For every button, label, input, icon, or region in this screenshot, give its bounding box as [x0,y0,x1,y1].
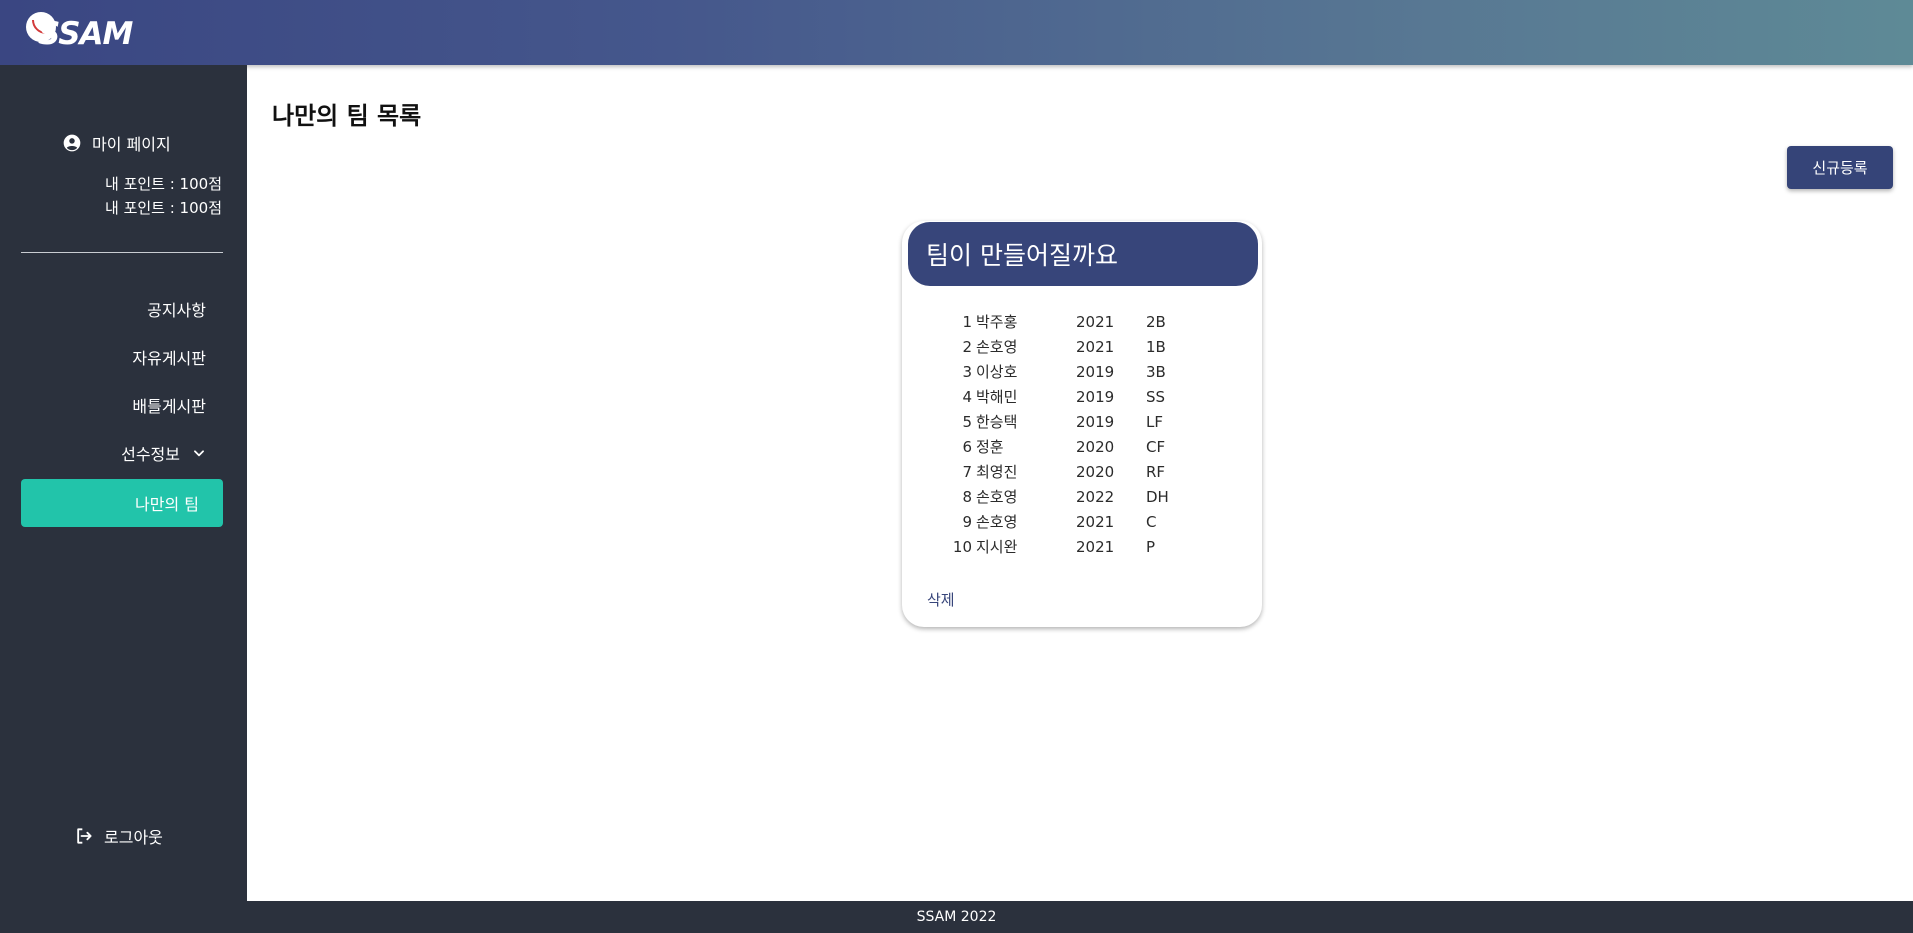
player-name: 정훈 [976,438,1004,456]
player-name: 최영진 [976,463,1018,481]
my-points: 내 포인트 : 100점 [105,199,222,217]
player-number: 4 [962,387,972,406]
logout-icon [77,828,92,844]
player-position: 3B [1146,362,1166,381]
player-year: 2022 [1076,487,1115,506]
player-number: 7 [962,462,972,481]
footer-text: SSAM 2022 [916,909,997,925]
player-row: 7 최영진 2020 RF [932,459,1212,484]
sidebar-item-my-team[interactable]: 나만의 팀 [21,479,223,527]
player-position: LF [1146,412,1163,431]
sidebar-item-label: 공지사항 [147,301,206,320]
sidebar-item-free-board[interactable]: 자유게시판 [21,333,223,381]
team-card[interactable]: 팀이 만들어질까요 1 박주홍 2021 2B 2 손호영 2021 1B 3 … [902,221,1262,627]
chevron-down-icon [194,450,204,457]
player-row: 2 손호영 2021 1B [932,334,1212,359]
player-year: 2020 [1076,437,1115,456]
player-number: 6 [962,437,972,456]
logo-text: SSAM [38,16,133,52]
sidebar-item-label: 나만의 팀 [135,495,199,514]
logo[interactable]: SSAM [26,10,136,56]
player-year: 2019 [1076,387,1115,406]
player-row: 10 지시완 2021 P [932,534,1212,559]
player-number: 3 [962,362,972,381]
player-position: 1B [1146,337,1166,356]
player-number: 10 [952,537,972,556]
player-name: 한승택 [976,413,1018,431]
player-list: 1 박주홍 2021 2B 2 손호영 2021 1B 3 이상호 2019 3… [932,309,1212,559]
player-row: 9 손호영 2021 C [932,509,1212,534]
player-year: 2019 [1076,362,1115,381]
player-number: 1 [962,312,972,331]
player-year: 2019 [1076,412,1115,431]
mypage-link[interactable]: 마이 페이지 [62,131,171,155]
player-position: CF [1146,437,1166,456]
player-name: 이상호 [976,363,1018,381]
player-row: 1 박주홍 2021 2B [932,309,1212,334]
team-card-title: 팀이 만들어질까요 [908,222,1258,286]
player-name: 박해민 [976,388,1018,406]
player-name: 손호영 [976,513,1018,531]
player-year: 2021 [1076,512,1115,531]
sidebar-item-label: 선수정보 [121,445,180,464]
mypage-label: 마이 페이지 [92,135,171,154]
player-year: 2021 [1076,537,1115,556]
player-position: P [1146,537,1156,556]
player-row: 6 정훈 2020 CF [932,434,1212,459]
player-row: 3 이상호 2019 3B [932,359,1212,384]
sidebar-item-battle-board[interactable]: 배틀게시판 [21,381,223,429]
player-name: 지시완 [976,538,1018,556]
player-number: 5 [962,412,972,431]
delete-team-link[interactable]: 삭제 [927,589,955,610]
player-name: 손호영 [976,338,1018,356]
sidebar-item-label: 배틀게시판 [132,397,206,416]
sidebar-item-notice[interactable]: 공지사항 [21,285,223,333]
player-position: C [1146,512,1157,531]
player-row: 4 박해민 2019 SS [932,384,1212,409]
player-position: RF [1146,462,1166,481]
player-number: 2 [962,337,972,356]
player-year: 2021 [1076,337,1115,356]
sidebar-item-label: 자유게시판 [132,349,206,368]
player-name: 손호영 [976,488,1018,506]
player-position: SS [1146,387,1166,406]
logout-button[interactable]: 로그아웃 [74,824,163,848]
player-number: 8 [962,487,972,506]
player-position: DH [1146,487,1169,506]
sidebar: 마이 페이지 내 포인트 : 100점 내 포인트 : 100점 공지사항 자유… [0,65,247,901]
sidebar-item-player-info[interactable]: 선수정보 [21,429,223,477]
player-row: 8 손호영 2022 DH [932,484,1212,509]
player-position: 2B [1146,312,1166,331]
footer: SSAM 2022 [0,901,1913,933]
top-header: SSAM [0,0,1913,65]
player-row: 5 한승택 2019 LF [932,409,1212,434]
player-year: 2020 [1076,462,1115,481]
my-points: 내 포인트 : 100점 [105,175,222,193]
account-circle-icon [63,134,81,152]
new-register-button[interactable]: 신규등록 [1787,146,1893,189]
logout-label: 로그아웃 [104,828,163,847]
player-name: 박주홍 [976,313,1018,331]
player-year: 2021 [1076,312,1115,331]
page-title: 나만의 팀 목록 [272,102,422,130]
sidebar-divider [21,252,223,253]
player-number: 9 [962,512,972,531]
